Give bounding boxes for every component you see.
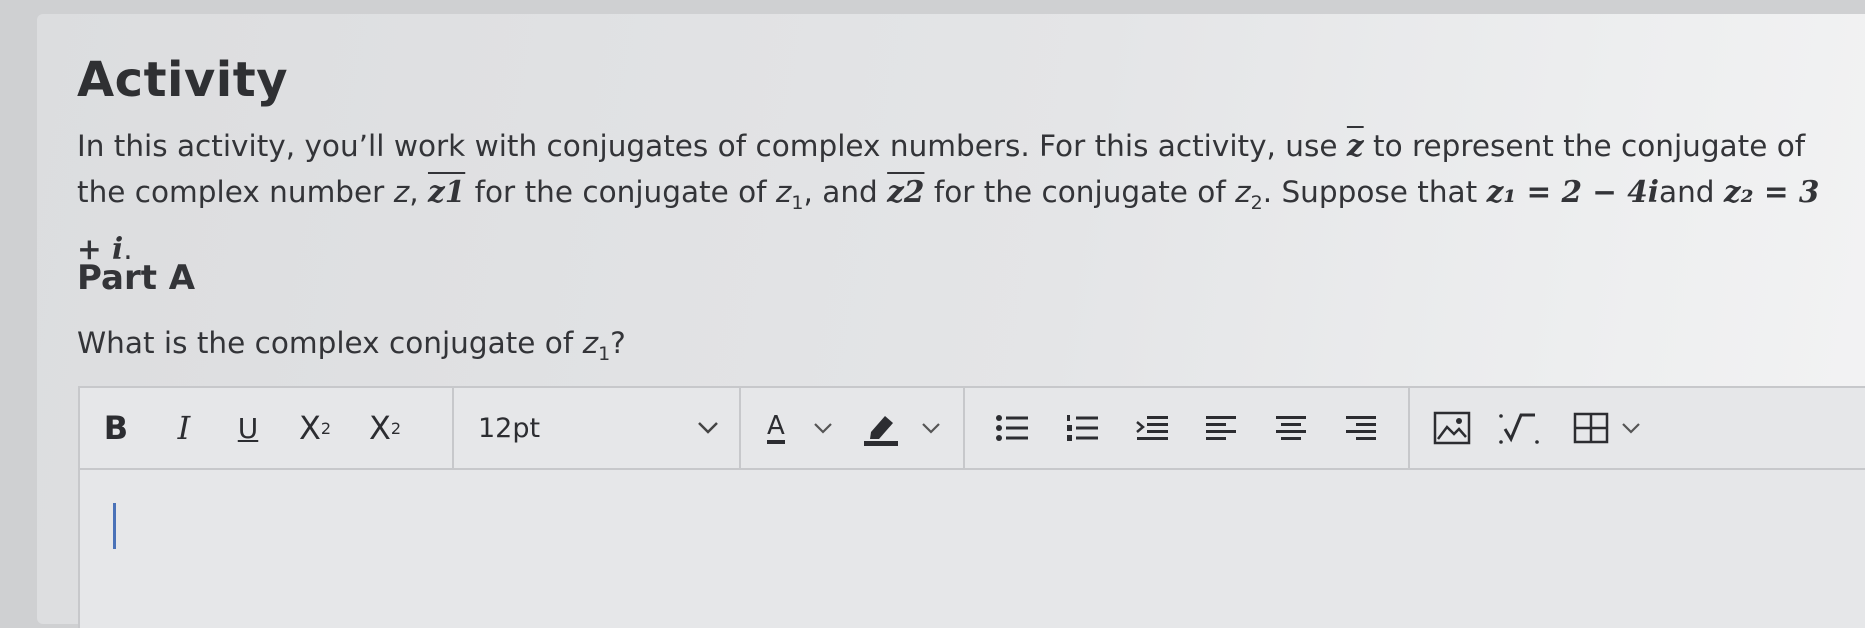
z2-subscript: 2 <box>1250 191 1263 214</box>
highlight-color-button[interactable] <box>851 398 951 458</box>
page-title: Activity <box>77 52 288 108</box>
subscript-mark: 2 <box>390 418 402 438</box>
format-group: B I U X2 X2 <box>80 388 454 468</box>
table-button[interactable] <box>1567 398 1647 458</box>
align-left-icon[interactable] <box>1204 413 1238 443</box>
instruction-text: for the conjugate of <box>465 175 776 209</box>
question-prompt: What is the complex conjugate of z1? <box>77 326 626 365</box>
instruction-text: , and <box>803 175 888 209</box>
instruction-text: , <box>409 175 428 209</box>
superscript-mark: 2 <box>320 418 332 438</box>
list-align-group <box>965 388 1410 468</box>
z1-conjugate-symbol: z1 <box>427 174 466 209</box>
instruction-text: and <box>1659 175 1724 209</box>
numbered-list-icon[interactable] <box>1065 413 1099 443</box>
z2-variable: z <box>1235 175 1251 209</box>
chevron-down-icon <box>698 422 718 434</box>
superscript-button[interactable]: X2 <box>280 398 350 458</box>
image-icon[interactable] <box>1433 411 1471 445</box>
align-center-icon[interactable] <box>1274 413 1308 443</box>
underline-button[interactable]: U <box>216 398 280 458</box>
activity-instructions: In this activity, you’ll work with conju… <box>77 123 1837 272</box>
font-size-select[interactable]: 12pt <box>454 388 741 468</box>
instruction-text: for the conjugate of <box>924 175 1236 209</box>
editor-toolbar: B I U X2 X2 12pt A <box>80 388 1865 470</box>
question-subscript: 1 <box>598 342 611 365</box>
subscript-icon: X <box>368 409 391 447</box>
italic-button[interactable]: I <box>152 398 216 458</box>
instruction-text: In this activity, you’ll work with conju… <box>77 129 1347 163</box>
rich-text-editor: B I U X2 X2 12pt A <box>78 386 1865 628</box>
z1-subscript: 1 <box>791 191 804 214</box>
chevron-down-icon <box>922 423 941 434</box>
superscript-icon: X <box>298 409 321 447</box>
question-mark: ? <box>610 326 626 360</box>
font-color-button[interactable]: A <box>753 398 848 458</box>
z-conjugate-symbol: z <box>1346 128 1364 163</box>
z2-conjugate-symbol: z2 <box>887 174 925 209</box>
bold-button[interactable]: B <box>80 398 152 458</box>
color-group: A <box>741 388 965 468</box>
part-a-heading: Part A <box>77 258 196 298</box>
equation-editor-icon[interactable] <box>1497 409 1541 447</box>
text-cursor <box>113 503 116 549</box>
z1-equation: z₁ = 2 − 4i <box>1486 174 1660 209</box>
z1-variable: z <box>775 175 792 209</box>
chevron-down-icon <box>1622 423 1640 434</box>
font-color-icon: A <box>767 412 785 444</box>
align-right-icon[interactable] <box>1344 413 1378 443</box>
table-icon <box>1573 412 1609 444</box>
instruction-text: . Suppose that <box>1262 175 1487 209</box>
indent-icon[interactable] <box>1135 413 1169 443</box>
insert-group <box>1410 388 1670 468</box>
highlighter-icon <box>864 416 899 446</box>
editor-content-area[interactable] <box>80 470 1865 628</box>
font-size-value: 12pt <box>478 412 541 444</box>
question-variable: z <box>582 326 599 360</box>
question-text: What is the complex conjugate of <box>77 326 583 360</box>
subscript-button[interactable]: X2 <box>350 398 420 458</box>
z-variable: z <box>393 175 410 209</box>
chevron-down-icon <box>814 423 833 434</box>
bullet-list-icon[interactable] <box>995 413 1029 443</box>
